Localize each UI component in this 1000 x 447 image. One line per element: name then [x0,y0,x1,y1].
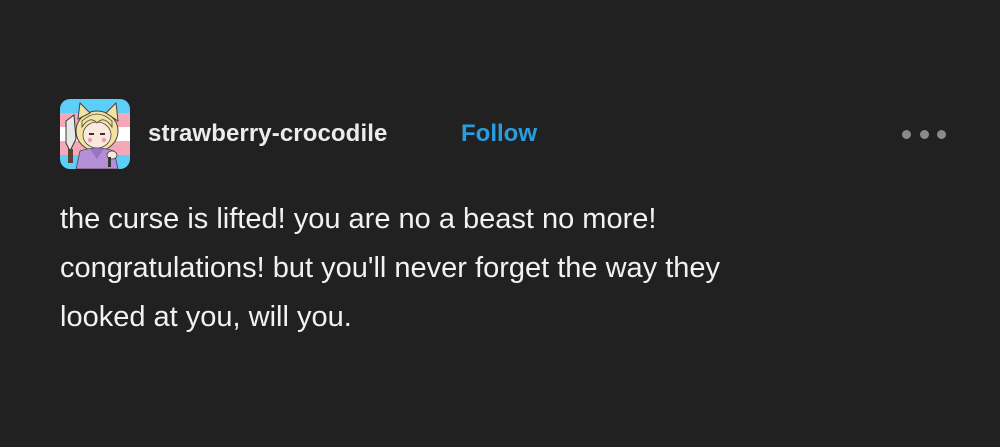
more-horizontal-icon [902,129,911,139]
more-horizontal-icon-dot [919,129,929,139]
post-header: strawberry-crocodile Follow [60,99,960,169]
post-body-line: looked at you, will you. [60,301,352,333]
follow-button[interactable]: Follow [461,118,537,150]
post-card: strawberry-crocodile Follow the curse is… [0,0,1000,447]
avatar[interactable] [60,99,130,169]
post-body: the curse is lifted! you are no a beast … [60,195,940,342]
post-body-line: congratulations! but you'll never forget… [60,252,721,284]
more-options-button[interactable] [902,124,946,144]
post-body-line: the curse is lifted! you are no a beast … [60,203,657,235]
avatar-image [60,99,130,169]
more-horizontal-icon-dot [937,129,946,139]
author-username-link[interactable]: strawberry-crocodile [148,118,387,150]
